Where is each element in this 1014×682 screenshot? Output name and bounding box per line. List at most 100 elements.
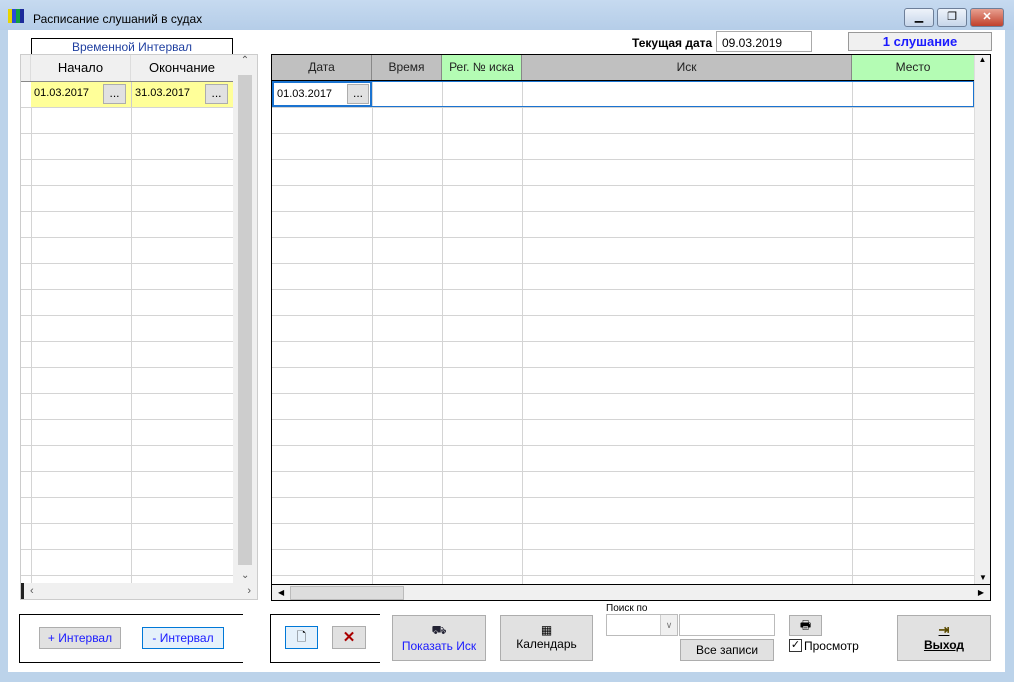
grid-row-line [272,549,974,550]
chevron-down-icon[interactable]: ∨ [660,615,677,635]
label: Показать Иск [401,639,477,653]
all-records-button[interactable]: Все записи [680,639,774,661]
grid-column-line [372,82,373,584]
app-icon [8,9,24,23]
col-header-end-label: Окончание [148,60,216,75]
date-picker-button[interactable]: ... [347,84,369,104]
current-date-value: 09.03.2019 [722,36,783,50]
label: + Интервал [47,631,113,645]
date-cell-editor[interactable]: 01.03.2017 ... [272,81,372,107]
ellipsis: ... [352,86,363,100]
grid-hscrollbar[interactable]: ◀ ▶ [272,584,990,600]
current-date-field[interactable]: 09.03.2019 [716,31,812,52]
grid-vscrollbar[interactable]: ▲ ▼ [974,55,990,584]
restore-button[interactable]: ❐ [937,8,967,27]
grid-row-line [272,445,974,446]
ellipsis: ... [109,86,120,100]
grid-column-line [131,107,132,583]
col-label: Рег. № иска [449,60,514,74]
claim-icon: ⛟ [431,623,447,637]
grid-row-line [21,263,233,264]
grid-row-line [272,575,974,576]
print-button[interactable]: 🖶 [789,615,822,636]
grid-row-line [272,471,974,472]
col-label: Место [895,60,931,74]
grid-row-line [272,419,974,420]
exit-button[interactable]: ⇥ Выход [897,615,991,661]
grid-row-line [21,575,233,576]
remove-interval-button[interactable]: - Интервал [142,627,224,649]
interval-vscrollbar[interactable]: ⌃ ⌄ [233,55,257,583]
col-header-place[interactable]: Место [852,55,974,80]
grid-row-line [21,107,233,108]
col-header-claim[interactable]: Иск [522,55,852,80]
title-bar: Расписание слушаний в судах ▁ ❐ ✕ [0,0,1014,30]
grid-row-line [21,523,233,524]
grid-row-line [21,367,233,368]
label: - Интервал [152,631,214,645]
col-header-start[interactable]: Начало [31,55,131,81]
grid-row-line [272,263,974,264]
grid-row-line [272,211,974,212]
hearing-count: 1 слушание [848,32,992,51]
new-record-button[interactable]: 🗋 [285,626,318,649]
grid-row-line [21,211,233,212]
show-claim-button[interactable]: ⛟ Показать Иск [392,615,486,661]
col-header-date[interactable]: Дата [272,55,372,80]
search-field-select[interactable]: ∨ [606,614,678,636]
col-header-time[interactable]: Время [372,55,442,80]
hearing-count-text: 1 слушание [882,34,958,49]
grid-row-line [21,133,233,134]
grid-row-line [21,237,233,238]
calendar-button[interactable]: ▦ Календарь [500,615,593,661]
interval-hscrollbar[interactable]: ‹ › [21,583,257,599]
grid-row-line [21,315,233,316]
grid-row-line [21,393,233,394]
grid-row-line [272,497,974,498]
minimize-button[interactable]: ▁ [904,8,934,27]
grid-row-line [21,549,233,550]
grid-row-line [272,133,974,134]
interval-row[interactable]: 01.03.2017 ... 31.03.2017 ... [31,82,233,107]
add-interval-button[interactable]: + Интервал [39,627,121,649]
col-header-end[interactable]: Окончание [131,55,233,81]
calendar-icon: ▦ [540,623,553,637]
preview-label: Просмотр [804,639,859,653]
preview-checkbox[interactable]: ✓ [789,639,802,652]
end-date-picker-button[interactable]: ... [205,84,228,104]
grid-row-line [21,419,233,420]
col-header-reg-number[interactable]: Рег. № иска [442,55,522,80]
date-cell-value[interactable]: 01.03.2017 [277,88,332,100]
close-button[interactable]: ✕ [970,8,1004,27]
exit-door-icon: ⇥ [938,622,950,637]
hscroll-thumb[interactable] [290,586,404,600]
interval-start[interactable]: 01.03.2017 [34,87,89,99]
grid-column-line [442,82,443,584]
search-input[interactable] [679,614,775,636]
grid-row-line [272,393,974,394]
grid-row-line [272,237,974,238]
delete-record-button[interactable]: ✕ [332,626,366,649]
interval-grid: Начало Окончание 01.03.2017 ... 31.03.20… [20,54,258,600]
grid-column-line [852,82,853,584]
interval-title: Временной Интервал [71,40,193,54]
col-label: Иск [676,60,697,74]
label: Выход [923,638,965,652]
grid-column-line [31,107,32,583]
grid-row-line [21,159,233,160]
grid-row-line [272,107,974,108]
start-date-picker-button[interactable]: ... [103,84,126,104]
printer-icon: 🖶 [799,618,812,632]
grid-row-selected[interactable] [272,81,974,107]
grid-row-line [272,341,974,342]
label: Календарь [516,637,577,651]
grid-column-line [522,82,523,584]
col-label: Время [388,60,425,74]
grid-row-line [21,471,233,472]
scroll-thumb[interactable] [238,75,252,565]
grid-row-line [272,367,974,368]
grid-row-line [272,159,974,160]
col-header-start-label: Начало [57,60,104,75]
interval-end[interactable]: 31.03.2017 [135,87,190,99]
new-document-icon: 🗋 [296,630,307,644]
